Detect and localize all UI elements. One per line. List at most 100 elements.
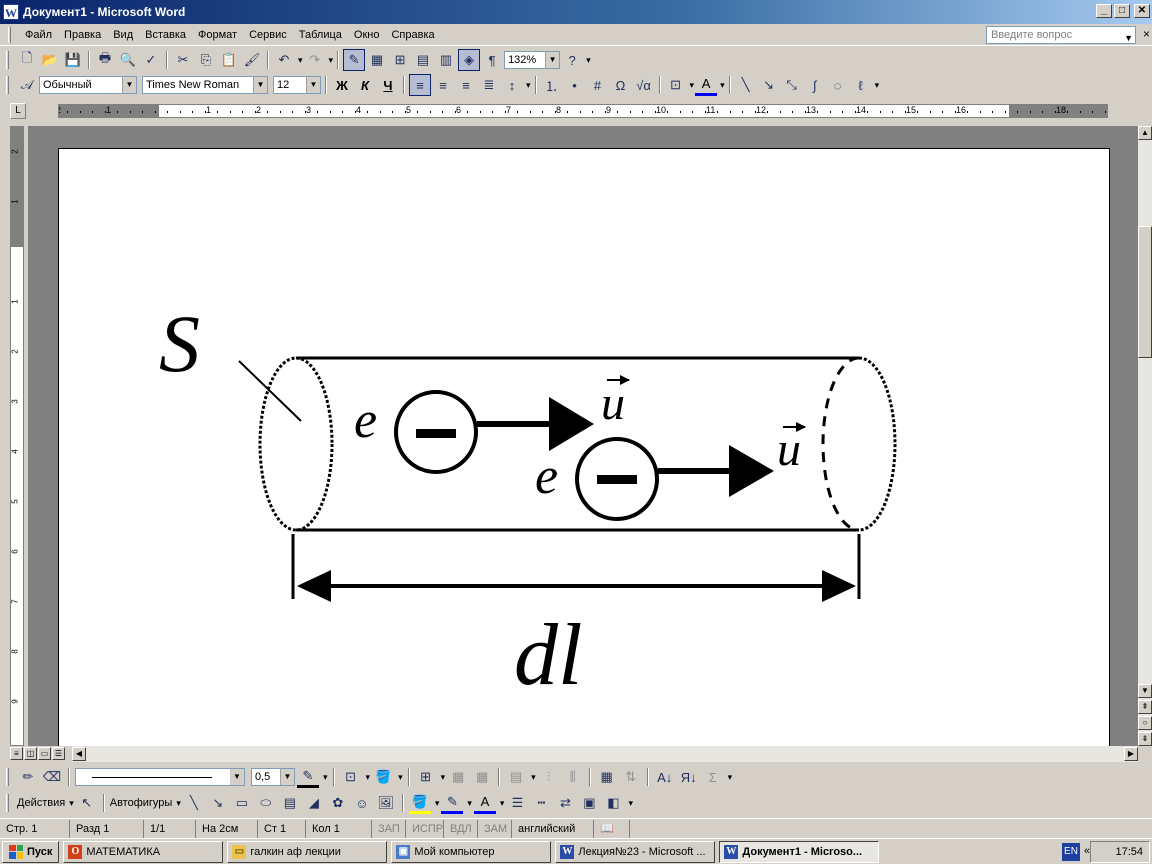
align-cell-dropdown-icon[interactable]: ▾ [531, 772, 536, 783]
status-overtype[interactable]: ЗАМ [478, 819, 512, 838]
line-color-dropdown-icon[interactable]: ▾ [467, 798, 472, 809]
arrow-icon[interactable]: ↘ [207, 792, 229, 814]
vertical-scroll-thumb[interactable] [1138, 226, 1152, 358]
toolbar-grip[interactable] [6, 76, 9, 94]
status-extend[interactable]: ВДЛ [444, 819, 478, 838]
dash-style-icon[interactable]: ┅ [530, 792, 552, 814]
document-map-icon[interactable]: ¶ [481, 49, 503, 71]
font-color-dropdown-icon[interactable]: ▾ [720, 80, 725, 91]
spelling-status-icon[interactable]: 📖 [594, 819, 630, 838]
next-page-icon[interactable]: ⇟ [1138, 732, 1152, 746]
menu-help[interactable]: Справка [385, 27, 440, 43]
close-button[interactable]: ✕ [1134, 4, 1150, 18]
web-view-icon[interactable]: ◫ [24, 747, 37, 760]
vertical-scrollbar[interactable]: ▲ ▼ ⇞ ○ ⇟ [1138, 126, 1152, 746]
menu-grip[interactable] [8, 26, 11, 43]
text-color-icon[interactable]: A [473, 792, 496, 814]
language-indicator[interactable]: EN [1062, 843, 1080, 861]
status-track-changes[interactable]: ИСПР [406, 819, 444, 838]
autoshapes-menu[interactable]: Автофигуры [110, 797, 173, 809]
menu-insert[interactable]: Вставка [139, 27, 192, 43]
border-color-icon[interactable]: ✎ [297, 766, 319, 788]
border-color-dropdown-icon[interactable]: ▾ [323, 772, 328, 783]
shading-dropdown-icon[interactable]: ▾ [398, 772, 403, 783]
line-icon[interactable]: ╲ [183, 792, 205, 814]
font-size-dropdown[interactable]: 12 ▼ [273, 76, 321, 94]
menu-tools[interactable]: Сервис [243, 27, 293, 43]
status-position[interactable]: На 2см [196, 819, 258, 838]
columns-icon[interactable]: ▥ [435, 49, 457, 71]
status-line[interactable]: Ст 1 [258, 819, 306, 838]
status-language[interactable]: английский [512, 819, 594, 838]
autoformat-table-icon[interactable]: ▦ [596, 766, 618, 788]
outside-border-dropdown-icon[interactable]: ▾ [366, 772, 371, 783]
font-color-icon[interactable]: A [695, 74, 718, 96]
line-tool-icon[interactable]: ╲ [735, 74, 757, 96]
eraser-icon[interactable]: ⌫ [41, 766, 63, 788]
menu-format[interactable]: Формат [192, 27, 243, 43]
menu-edit[interactable]: Правка [58, 27, 107, 43]
shadow-style-icon[interactable]: ▣ [578, 792, 600, 814]
line-style-dropdown[interactable]: ▼ [75, 768, 245, 786]
scroll-left-icon[interactable]: ◀ [72, 747, 86, 761]
style-dropdown-icon[interactable]: ▼ [122, 77, 136, 93]
fill-color-icon[interactable]: 🪣 [408, 792, 431, 814]
redo-icon[interactable]: ↷ [304, 49, 326, 71]
justify-icon[interactable]: ≣ [478, 74, 500, 96]
ask-question-input[interactable]: Введите вопрос ▼ [986, 26, 1136, 44]
open-folder-icon[interactable]: 📂 [39, 49, 61, 71]
borders-icon[interactable]: ⊡ [665, 74, 687, 96]
autosum-icon[interactable]: Σ [702, 766, 724, 788]
align-left-icon[interactable]: ≡ [409, 74, 431, 96]
doc-close-icon[interactable]: × [1143, 27, 1150, 41]
draw-actions-menu[interactable]: Действия [17, 797, 65, 809]
undo-dropdown-icon[interactable]: ▾ [298, 55, 303, 66]
line-color-icon[interactable]: ✎ [441, 792, 464, 814]
ask-dropdown-icon[interactable]: ▼ [1124, 33, 1133, 43]
text-box-icon[interactable]: ▤ [279, 792, 301, 814]
font-dropdown[interactable]: Times New Roman ▼ [142, 76, 268, 94]
bold-button[interactable]: Ж [331, 74, 353, 96]
scribble-tool-icon[interactable]: ℓ [850, 74, 872, 96]
insert-excel-icon[interactable]: ▤ [412, 49, 434, 71]
bullets-icon[interactable]: • [564, 74, 586, 96]
line-spacing-dropdown-icon[interactable]: ▾ [526, 80, 531, 91]
drawing-toggle-icon[interactable]: ✎ [343, 49, 366, 71]
align-cell-icon[interactable]: ▤ [505, 766, 527, 788]
cut-icon[interactable]: ✂ [172, 49, 194, 71]
underline-button[interactable]: Ч [377, 74, 399, 96]
zoom-dropdown-icon[interactable]: ▼ [545, 52, 560, 68]
toolbar-grip[interactable] [6, 794, 9, 812]
insert-picture-icon[interactable]: 🖼 [375, 792, 397, 814]
menu-view[interactable]: Вид [107, 27, 139, 43]
new-document-icon[interactable]: 🗋 [16, 49, 38, 71]
shading-color-icon[interactable]: 🪣 [372, 766, 394, 788]
pencil-icon[interactable]: ✏ [17, 766, 39, 788]
scroll-down-icon[interactable]: ▼ [1138, 684, 1152, 698]
taskbar-item-my-computer[interactable]: ▣ Мой компьютер [391, 840, 552, 863]
text-color-dropdown-icon[interactable]: ▾ [500, 798, 505, 809]
table-toolbar-options-icon[interactable]: ▾ [728, 772, 733, 783]
line-weight-dropdown-icon[interactable]: ▼ [280, 769, 294, 785]
word-app-icon[interactable]: W [3, 4, 19, 20]
format-painter-icon[interactable]: 🖌 [241, 49, 263, 71]
style-dropdown[interactable]: Обычный ▼ [39, 76, 137, 94]
redo-dropdown-icon[interactable]: ▾ [329, 55, 334, 66]
save-icon[interactable]: 💾 [62, 49, 84, 71]
toolbar-options-icon[interactable]: ▾ [586, 55, 591, 66]
symbol-icon[interactable]: Ω [610, 74, 632, 96]
styles-formatting-icon[interactable]: 𝒜 [16, 74, 38, 96]
horizontal-scrollbar[interactable]: ◀ ▶ [72, 746, 1138, 762]
wordart-icon[interactable]: ◢ [303, 792, 325, 814]
arrow-tool-icon[interactable]: ↘ [758, 74, 780, 96]
merge-cells-icon[interactable]: ▦ [447, 766, 469, 788]
toolbar-grip[interactable] [6, 51, 9, 69]
start-button[interactable]: Пуск [2, 840, 60, 863]
insert-table-small-icon[interactable]: ⊞ [415, 766, 437, 788]
numbering-icon[interactable]: ⒈ [541, 74, 563, 96]
taskbar-item-lecture-word[interactable]: W Лекция№23 - Microsoft ... [555, 840, 716, 863]
drawing-icon[interactable]: ◈ [458, 49, 481, 71]
spelling-icon[interactable]: ✓ [140, 49, 162, 71]
equation-icon[interactable]: √α [633, 74, 655, 96]
double-arrow-tool-icon[interactable]: ⤡ [781, 74, 803, 96]
